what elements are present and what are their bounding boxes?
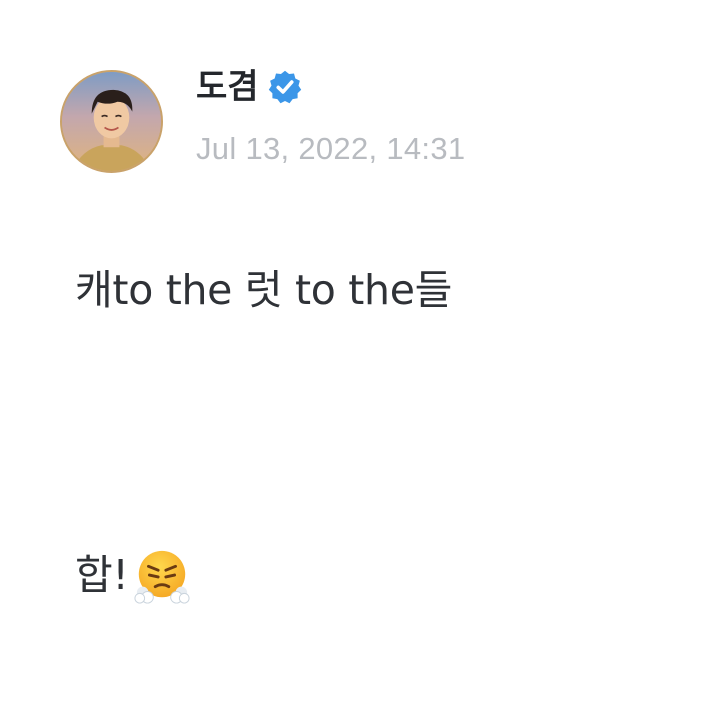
face-with-steam-from-nose-icon — [133, 547, 191, 605]
post-text-line-2: 합! — [75, 547, 191, 605]
avatar-photo-icon — [62, 72, 161, 171]
author-name[interactable]: 도겸 — [196, 70, 259, 104]
author-avatar[interactable] — [60, 70, 163, 173]
verified-badge-icon — [267, 69, 303, 105]
post-text-line-2-text: 합! — [75, 551, 129, 600]
post-text-line-1: 캐to the 럿 to the들 — [75, 266, 453, 314]
author-header: 도겸 — [196, 62, 303, 112]
post-card: 도겸 Jul 13, 2022, 14:31 캐to the 럿 to the들… — [0, 0, 717, 718]
post-timestamp: Jul 13, 2022, 14:31 — [196, 131, 466, 166]
